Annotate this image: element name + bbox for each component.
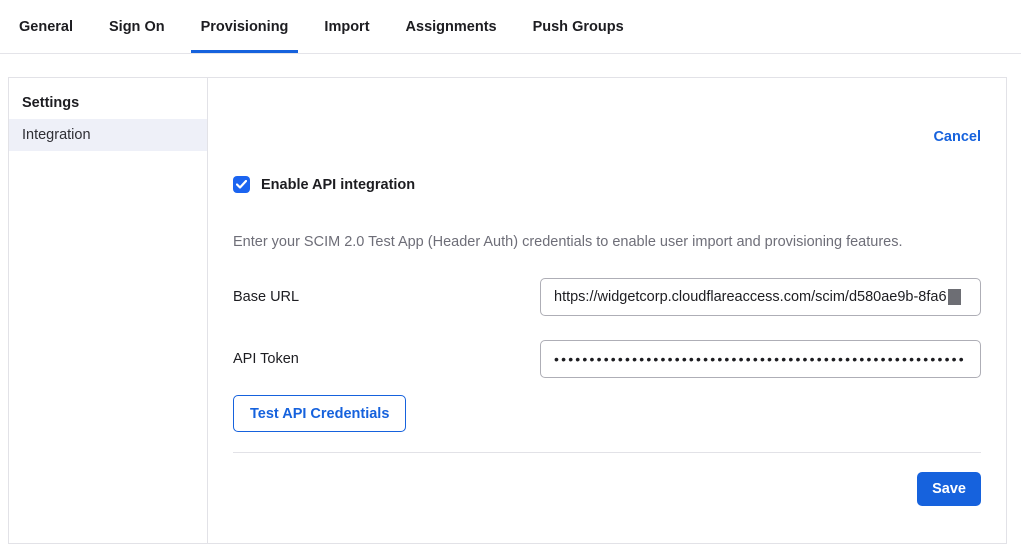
credentials-description: Enter your SCIM 2.0 Test App (Header Aut… <box>233 234 981 250</box>
base-url-row: Base URL https://widgetcorp.cloudflareac… <box>233 278 981 316</box>
cancel-row: Cancel <box>233 128 981 148</box>
api-token-input[interactable]: ••••••••••••••••••••••••••••••••••••••••… <box>540 340 981 378</box>
tab-provisioning[interactable]: Provisioning <box>191 0 299 53</box>
tab-sign-on[interactable]: Sign On <box>99 0 175 53</box>
base-url-value: https://widgetcorp.cloudflareaccess.com/… <box>554 289 947 305</box>
sidebar-heading: Settings <box>9 87 207 119</box>
test-api-credentials-button[interactable]: Test API Credentials <box>233 395 406 432</box>
cancel-link[interactable]: Cancel <box>933 129 981 145</box>
enable-api-row: Enable API integration <box>233 176 981 193</box>
tab-assignments[interactable]: Assignments <box>396 0 507 53</box>
text-selection-block <box>948 289 961 305</box>
save-button[interactable]: Save <box>917 472 981 506</box>
sidebar-item-integration[interactable]: Integration <box>9 119 207 151</box>
save-row: Save <box>233 472 981 506</box>
base-url-label: Base URL <box>233 289 540 305</box>
footer-divider <box>233 452 981 453</box>
api-token-masked-value: ••••••••••••••••••••••••••••••••••••••••… <box>554 351 966 367</box>
base-url-input[interactable]: https://widgetcorp.cloudflareaccess.com/… <box>540 278 981 316</box>
provisioning-panel: Settings Integration Cancel Enable API i… <box>8 77 1007 544</box>
settings-sidebar: Settings Integration <box>9 78 208 543</box>
tab-push-groups[interactable]: Push Groups <box>523 0 634 53</box>
enable-api-checkbox[interactable] <box>233 176 250 193</box>
tab-import[interactable]: Import <box>314 0 379 53</box>
api-token-row: API Token ••••••••••••••••••••••••••••••… <box>233 340 981 378</box>
checkmark-icon <box>236 180 247 189</box>
test-credentials-row: Test API Credentials <box>233 395 981 432</box>
integration-settings-main: Cancel Enable API integration Enter your… <box>208 78 1006 543</box>
api-token-label: API Token <box>233 351 540 367</box>
app-tab-bar: General Sign On Provisioning Import Assi… <box>0 0 1021 54</box>
tab-general[interactable]: General <box>9 0 83 53</box>
enable-api-label[interactable]: Enable API integration <box>261 177 415 193</box>
